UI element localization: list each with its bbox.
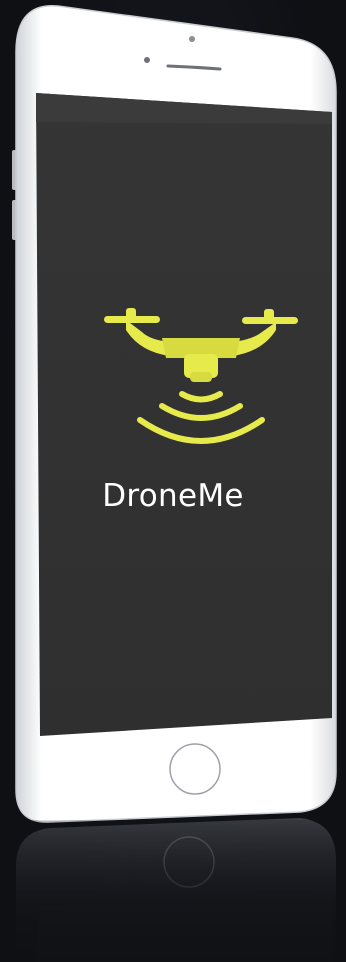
stage: DroneMe [0, 0, 346, 962]
phone-reflection [16, 818, 336, 962]
app-title: DroneMe [102, 478, 244, 514]
front-camera-icon [189, 36, 195, 42]
home-button[interactable] [169, 743, 221, 795]
sensor-icon [144, 57, 150, 63]
